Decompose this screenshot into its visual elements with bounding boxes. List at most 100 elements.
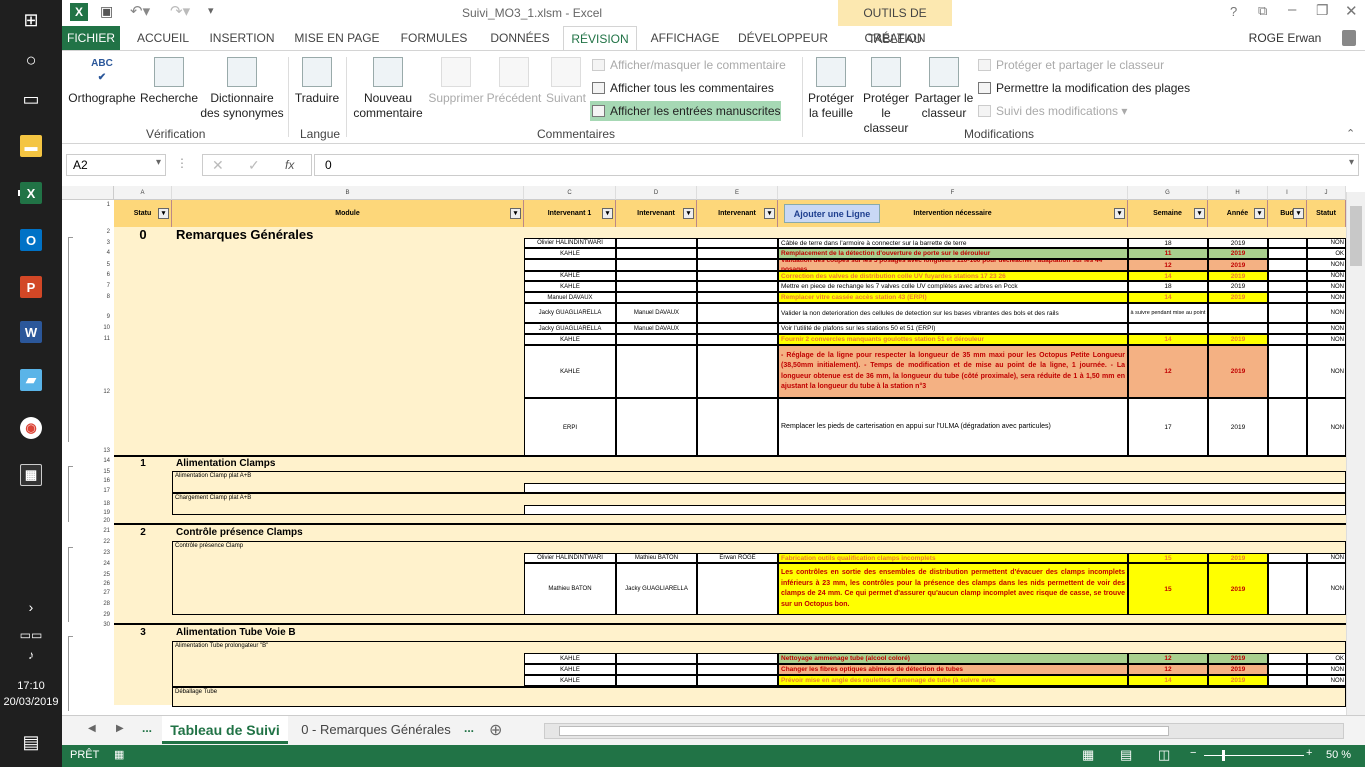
orthographe-button[interactable]: ABC ✔ Orthographe xyxy=(66,57,138,106)
section-title[interactable]: Alimentation Tube Voie B xyxy=(172,625,524,641)
minimize-icon[interactable]: – xyxy=(1288,1,1296,18)
cell-annee[interactable]: 2019 xyxy=(1208,248,1268,259)
column-header-D[interactable]: D xyxy=(616,186,697,200)
section-title[interactable]: Alimentation Clamps xyxy=(172,457,524,471)
partager-classeur-button[interactable]: Partager le classeur xyxy=(914,57,974,121)
cell-intervention[interactable]: - Réglage de la ligne pour respecter la … xyxy=(778,345,1128,398)
cell-bud[interactable] xyxy=(1268,563,1307,615)
outline-group-bracket[interactable] xyxy=(68,636,73,711)
cell-semaine[interactable]: 12 xyxy=(1128,653,1208,664)
cell-statut[interactable]: OK xyxy=(1307,248,1346,259)
cell-annee[interactable]: 2019 xyxy=(1208,281,1268,292)
cell-intervenant3[interactable] xyxy=(697,675,778,686)
ribbon-display-icon[interactable]: ⧉ xyxy=(1258,3,1267,19)
cell-intervenant2[interactable]: Jacky GUAGLIARELLA xyxy=(616,563,697,615)
header-statut2[interactable]: Statut xyxy=(1307,200,1346,227)
cell-intervention[interactable]: Remplacement de la détection d'ouverture… xyxy=(778,248,1128,259)
tab-insertion[interactable]: INSERTION xyxy=(206,26,278,50)
cell-intervention[interactable]: Valider la non deterioration des cellule… xyxy=(778,303,1128,323)
cell-intervenant3[interactable] xyxy=(697,653,778,664)
tab-developpeur[interactable]: DÉVELOPPEUR xyxy=(736,26,830,50)
header-module[interactable]: Module ▾ xyxy=(172,200,524,227)
cell-intervention[interactable]: Correction des valves de distribution co… xyxy=(778,271,1128,281)
column-header-B[interactable]: B xyxy=(172,186,524,200)
cell-semaine[interactable]: 12 xyxy=(1128,345,1208,398)
column-header-E[interactable]: E xyxy=(697,186,778,200)
cell-intervenant3[interactable] xyxy=(697,563,778,615)
cell-statut[interactable]: NON xyxy=(1307,281,1346,292)
outline-group-bracket[interactable] xyxy=(68,466,73,522)
cell-semaine[interactable]: 18 xyxy=(1128,281,1208,292)
undo-icon[interactable]: ↶▾ xyxy=(130,2,150,20)
cell-intervention[interactable]: Fabrication outils qualification clamps … xyxy=(778,553,1128,563)
cell-bud[interactable] xyxy=(1268,259,1307,271)
row-number[interactable]: 2 xyxy=(62,229,114,235)
cell-semaine[interactable]: à suivre pendant mise au point xyxy=(1128,303,1208,323)
user-name[interactable]: ROGE Erwan xyxy=(1240,26,1330,50)
proteger-classeur-button[interactable]: Protéger le classeur xyxy=(858,57,914,136)
column-header-A[interactable]: A xyxy=(114,186,172,200)
vertical-scrollbar[interactable] xyxy=(1346,192,1365,715)
windows-start-icon[interactable]: ⊞ xyxy=(16,5,46,35)
task-view-icon[interactable]: ▭ xyxy=(16,84,46,114)
clock[interactable]: 17:10 20/03/2019 xyxy=(0,678,62,710)
filter-dropdown-icon[interactable]: ▾ xyxy=(683,208,694,219)
header-intervenant1[interactable]: Intervenant 1 ▾ xyxy=(524,200,616,227)
cell-statut[interactable]: NON xyxy=(1307,303,1346,323)
cell-bud[interactable] xyxy=(1268,281,1307,292)
cell-semaine[interactable] xyxy=(1128,323,1208,334)
collapse-ribbon-icon[interactable]: ⌃ xyxy=(1346,127,1355,140)
cell-intervenant2[interactable]: Mathieu BATON xyxy=(616,553,697,563)
tab-formules[interactable]: FORMULES xyxy=(396,26,472,50)
word-icon[interactable]: W xyxy=(20,321,42,343)
cell-intervention[interactable]: Validation des coupes sur les 5 posages … xyxy=(778,259,1128,271)
cell-intervenant2[interactable] xyxy=(616,281,697,292)
row-number[interactable]: 14 xyxy=(62,458,114,464)
column-header-I[interactable]: I xyxy=(1268,186,1307,200)
cell-intervention[interactable]: Mettre en piece de rechange les 7 valves… xyxy=(778,281,1128,292)
cell-annee[interactable]: 2019 xyxy=(1208,345,1268,398)
cell-bud[interactable] xyxy=(1268,303,1307,323)
formula-input[interactable]: 0 ▾ xyxy=(314,154,1359,176)
cell-intervenant1[interactable]: Olivier HALINDINTWARI xyxy=(524,238,616,248)
cell-intervenant1[interactable]: Jacky GUAGLIARELLA xyxy=(524,303,616,323)
recherche-button[interactable]: Recherche xyxy=(138,57,200,106)
corner-select-all[interactable] xyxy=(62,186,114,200)
restore-icon[interactable]: ❐ xyxy=(1316,2,1329,19)
row-number[interactable]: 30 xyxy=(62,622,114,628)
tab-accueil[interactable]: ACCUEIL xyxy=(130,26,196,50)
cell-intervention[interactable]: Nettoyage ammenage tube (alcool coloré) xyxy=(778,653,1128,664)
cell-bud[interactable] xyxy=(1268,345,1307,398)
cell-statut[interactable]: NON xyxy=(1307,553,1346,563)
sheet-tab-remarques[interactable]: 0 - Remarques Générales xyxy=(294,716,458,744)
header-intervenant2[interactable]: Intervenant ▾ xyxy=(616,200,697,227)
cell-intervenant2[interactable] xyxy=(616,345,697,398)
column-header-G[interactable]: G xyxy=(1128,186,1208,200)
cell-annee[interactable]: 2019 xyxy=(1208,334,1268,345)
cell-intervenant3[interactable] xyxy=(697,303,778,323)
cell-bud[interactable] xyxy=(1268,334,1307,345)
sheet-more-right[interactable]: ... xyxy=(464,721,474,735)
cell-intervenant3[interactable] xyxy=(697,248,778,259)
cell-annee[interactable]: 2019 xyxy=(1208,563,1268,615)
cell-bud[interactable] xyxy=(1268,271,1307,281)
section-number[interactable]: 3 xyxy=(114,625,172,641)
cell-semaine[interactable]: 14 xyxy=(1128,675,1208,686)
cell-statut[interactable]: NON xyxy=(1307,292,1346,303)
notification-icon[interactable]: ▤ xyxy=(16,727,46,757)
row-number[interactable]: 1 xyxy=(62,202,114,208)
cell-intervenant1[interactable]: Jacky GUAGLIARELLA xyxy=(524,323,616,334)
cell-intervention[interactable]: Prévoir mise en angle des roulettes d'am… xyxy=(778,675,1128,686)
chrome-icon[interactable]: ◉ xyxy=(20,417,42,439)
cell-annee[interactable]: 2019 xyxy=(1208,271,1268,281)
outline-group-bracket[interactable] xyxy=(68,547,73,622)
cell-intervenant1[interactable]: KAHLE xyxy=(524,271,616,281)
outlook-icon[interactable]: O xyxy=(20,229,42,251)
cell-intervenant2[interactable] xyxy=(616,675,697,686)
cell-statut[interactable]: OK xyxy=(1307,653,1346,664)
page-layout-icon[interactable]: ▤ xyxy=(1120,747,1132,763)
header-semaine[interactable]: Semaine ▾ xyxy=(1128,200,1208,227)
afficher-manuscrites-button[interactable]: Afficher les entrées manuscrites xyxy=(590,101,781,121)
cell-statut[interactable]: NON xyxy=(1307,345,1346,398)
cell-semaine[interactable]: 12 xyxy=(1128,259,1208,271)
